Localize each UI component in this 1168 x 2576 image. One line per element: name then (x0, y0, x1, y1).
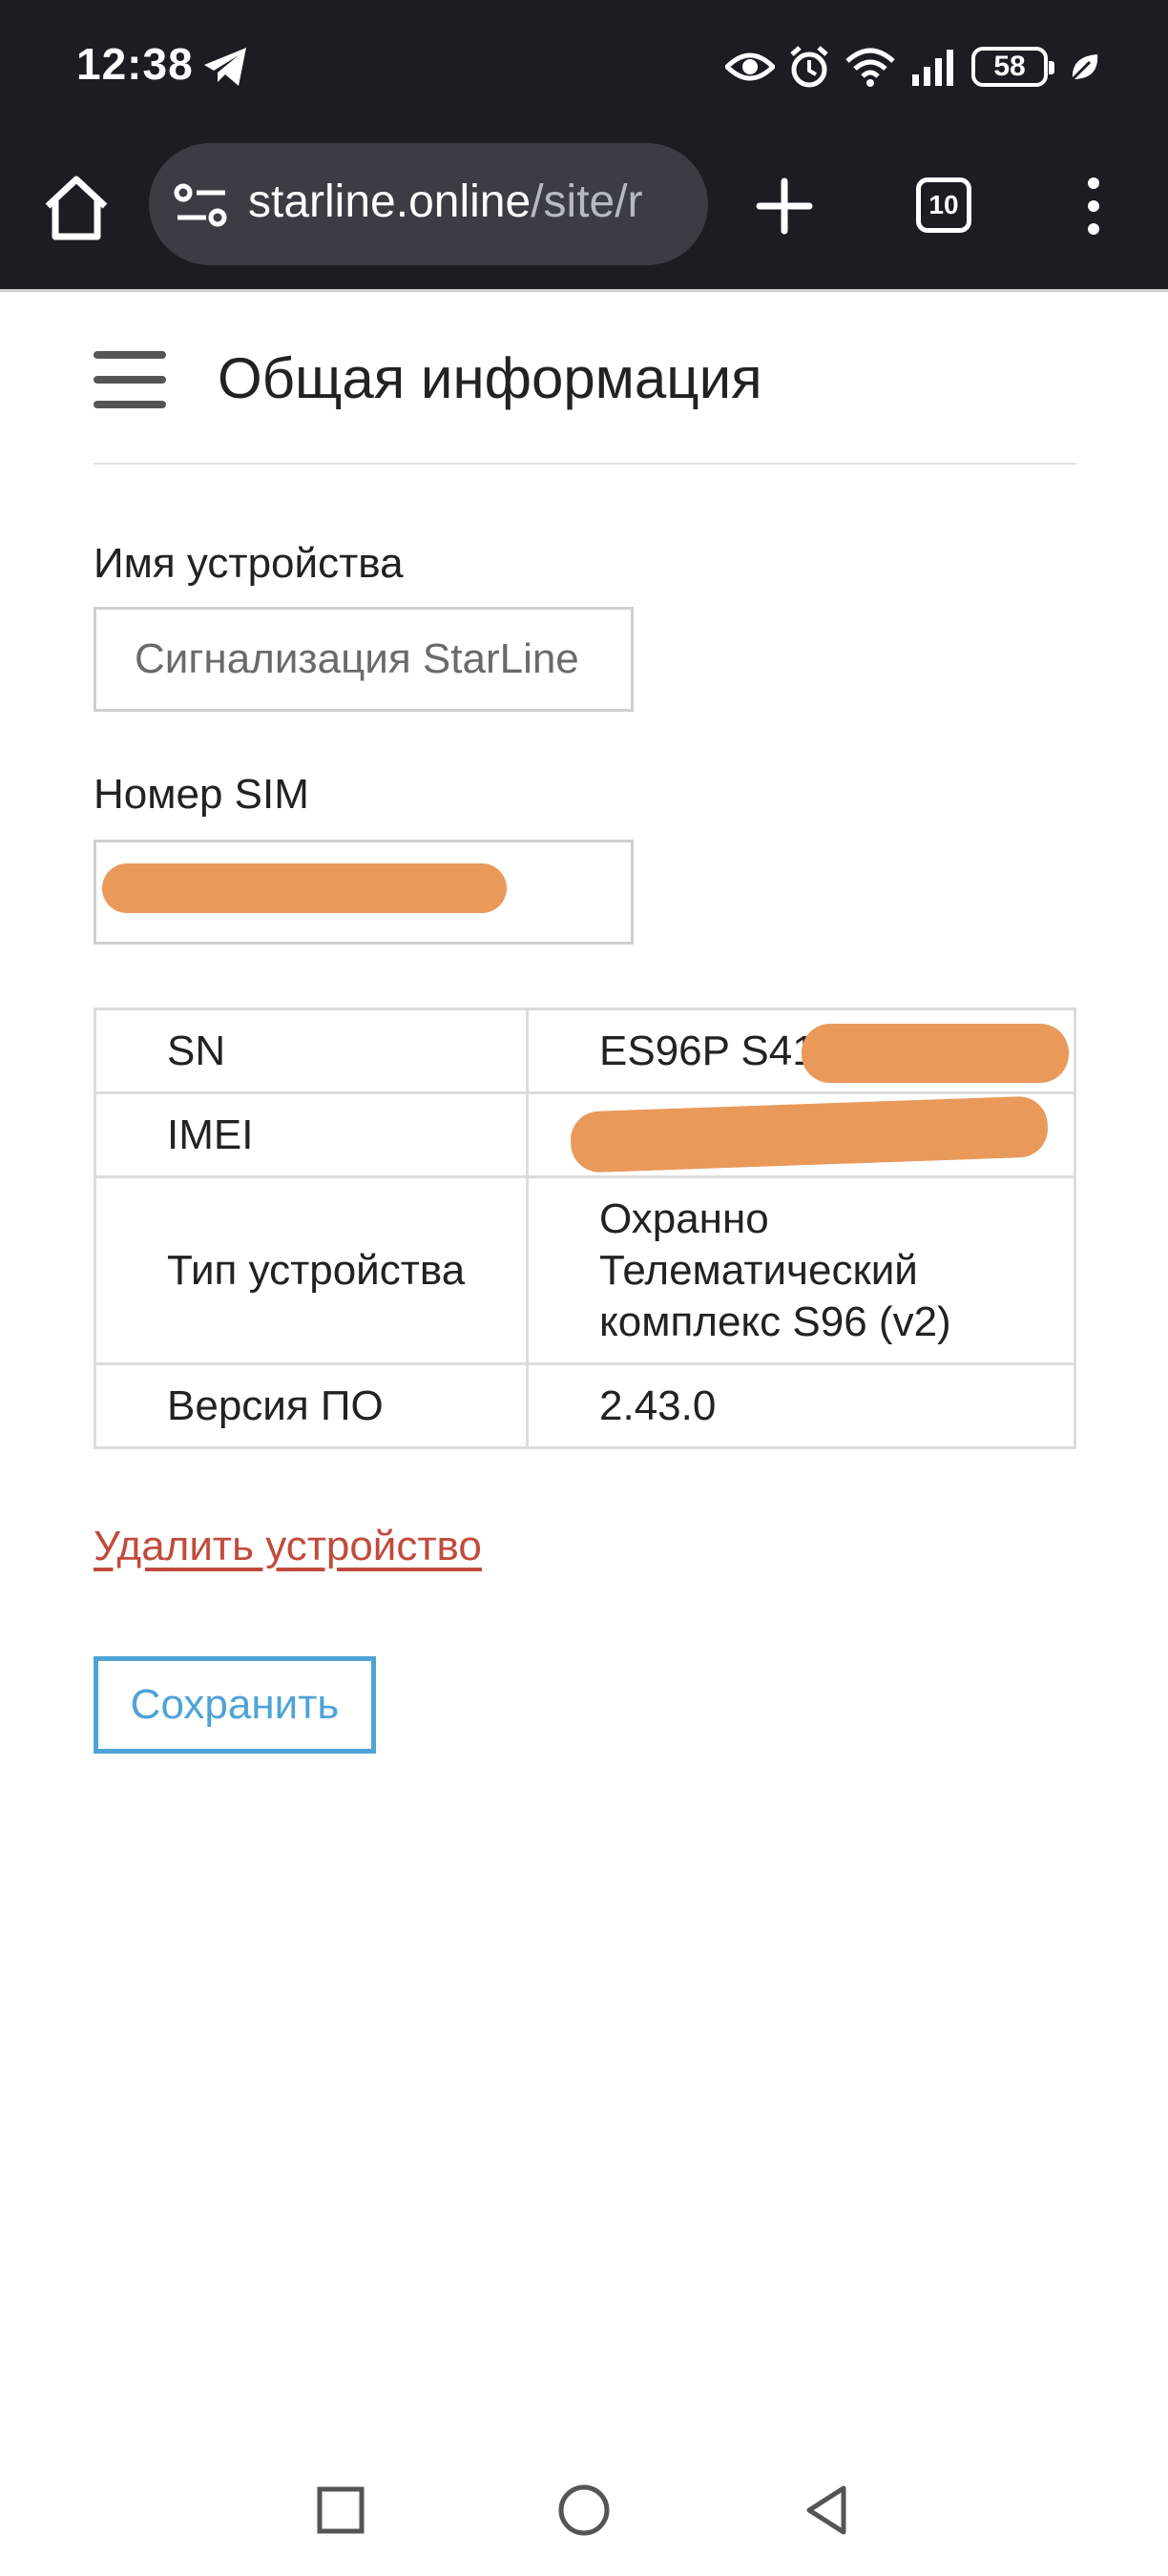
delete-device-link[interactable]: Удалить устройство (94, 1523, 482, 1570)
signal-icon (912, 50, 953, 86)
page-title: Общая информация (218, 346, 762, 410)
chrome-divider (0, 289, 1168, 292)
sim-number-field[interactable] (94, 840, 634, 945)
eye-icon (725, 52, 775, 81)
url-text[interactable]: starline.online/site/r (248, 176, 643, 228)
recents-icon[interactable] (307, 2477, 374, 2544)
save-button[interactable]: Сохранить (94, 1656, 376, 1754)
battery-icon: 58 (971, 47, 1054, 87)
new-tab-icon[interactable] (754, 176, 815, 237)
sim-redaction (102, 863, 507, 913)
table-row: Тип устройства Охранно Телематический ко… (94, 1175, 1076, 1365)
table-value: 2.43.0 (526, 1362, 1076, 1449)
table-key: IMEI (94, 1091, 529, 1178)
home-nav-icon[interactable] (551, 2477, 617, 2544)
system-nav-bar (0, 2442, 1168, 2576)
address-bar[interactable]: starline.online/site/r (149, 143, 708, 265)
table-key: Версия ПО (94, 1362, 529, 1449)
telegram-icon (204, 48, 246, 86)
browser-chrome: 12:38 58 starline.online/site/r 10 (0, 0, 1168, 291)
status-icons: 58 (725, 40, 1101, 93)
table-value: Охранно Телематический комплекс S96 (v2) (526, 1175, 1076, 1365)
table-row: Версия ПО 2.43.0 (94, 1362, 1076, 1449)
url-path: /site/r (531, 177, 643, 227)
home-icon[interactable] (38, 170, 115, 246)
imei-redaction (570, 1095, 1049, 1174)
tab-switcher-button[interactable]: 10 (916, 177, 971, 233)
leaf-icon (1071, 54, 1098, 81)
url-host: starline.online (248, 177, 532, 227)
table-value: ES96P S41 (526, 1008, 1076, 1094)
table-key: Тип устройства (94, 1175, 529, 1365)
more-menu-icon[interactable] (1076, 176, 1111, 237)
table-value (526, 1091, 1076, 1178)
status-time: 12:38 (76, 39, 194, 89)
hamburger-menu-icon[interactable] (94, 351, 166, 408)
back-icon[interactable] (794, 2477, 861, 2544)
status-bar: 12:38 58 (0, 0, 1168, 134)
site-settings-icon[interactable] (174, 183, 229, 227)
device-name-field[interactable] (94, 607, 634, 712)
wifi-icon (845, 48, 895, 87)
table-row: IMEI (94, 1091, 1076, 1178)
sn-value: ES96P S41 (599, 1027, 816, 1074)
device-name-input[interactable] (96, 610, 631, 709)
device-info-table: SN ES96P S41 IMEI Тип устройства Охранно… (94, 1008, 1076, 1449)
browser-toolbar: starline.online/site/r 10 (0, 141, 1168, 267)
sim-number-label: Номер SIM (94, 771, 309, 818)
page-header: Общая информация (94, 324, 1076, 465)
table-key: SN (94, 1008, 529, 1094)
sn-redaction (802, 1024, 1069, 1083)
device-name-label: Имя устройства (94, 540, 404, 587)
table-row: SN ES96P S41 (94, 1008, 1076, 1094)
alarm-icon (790, 46, 828, 88)
